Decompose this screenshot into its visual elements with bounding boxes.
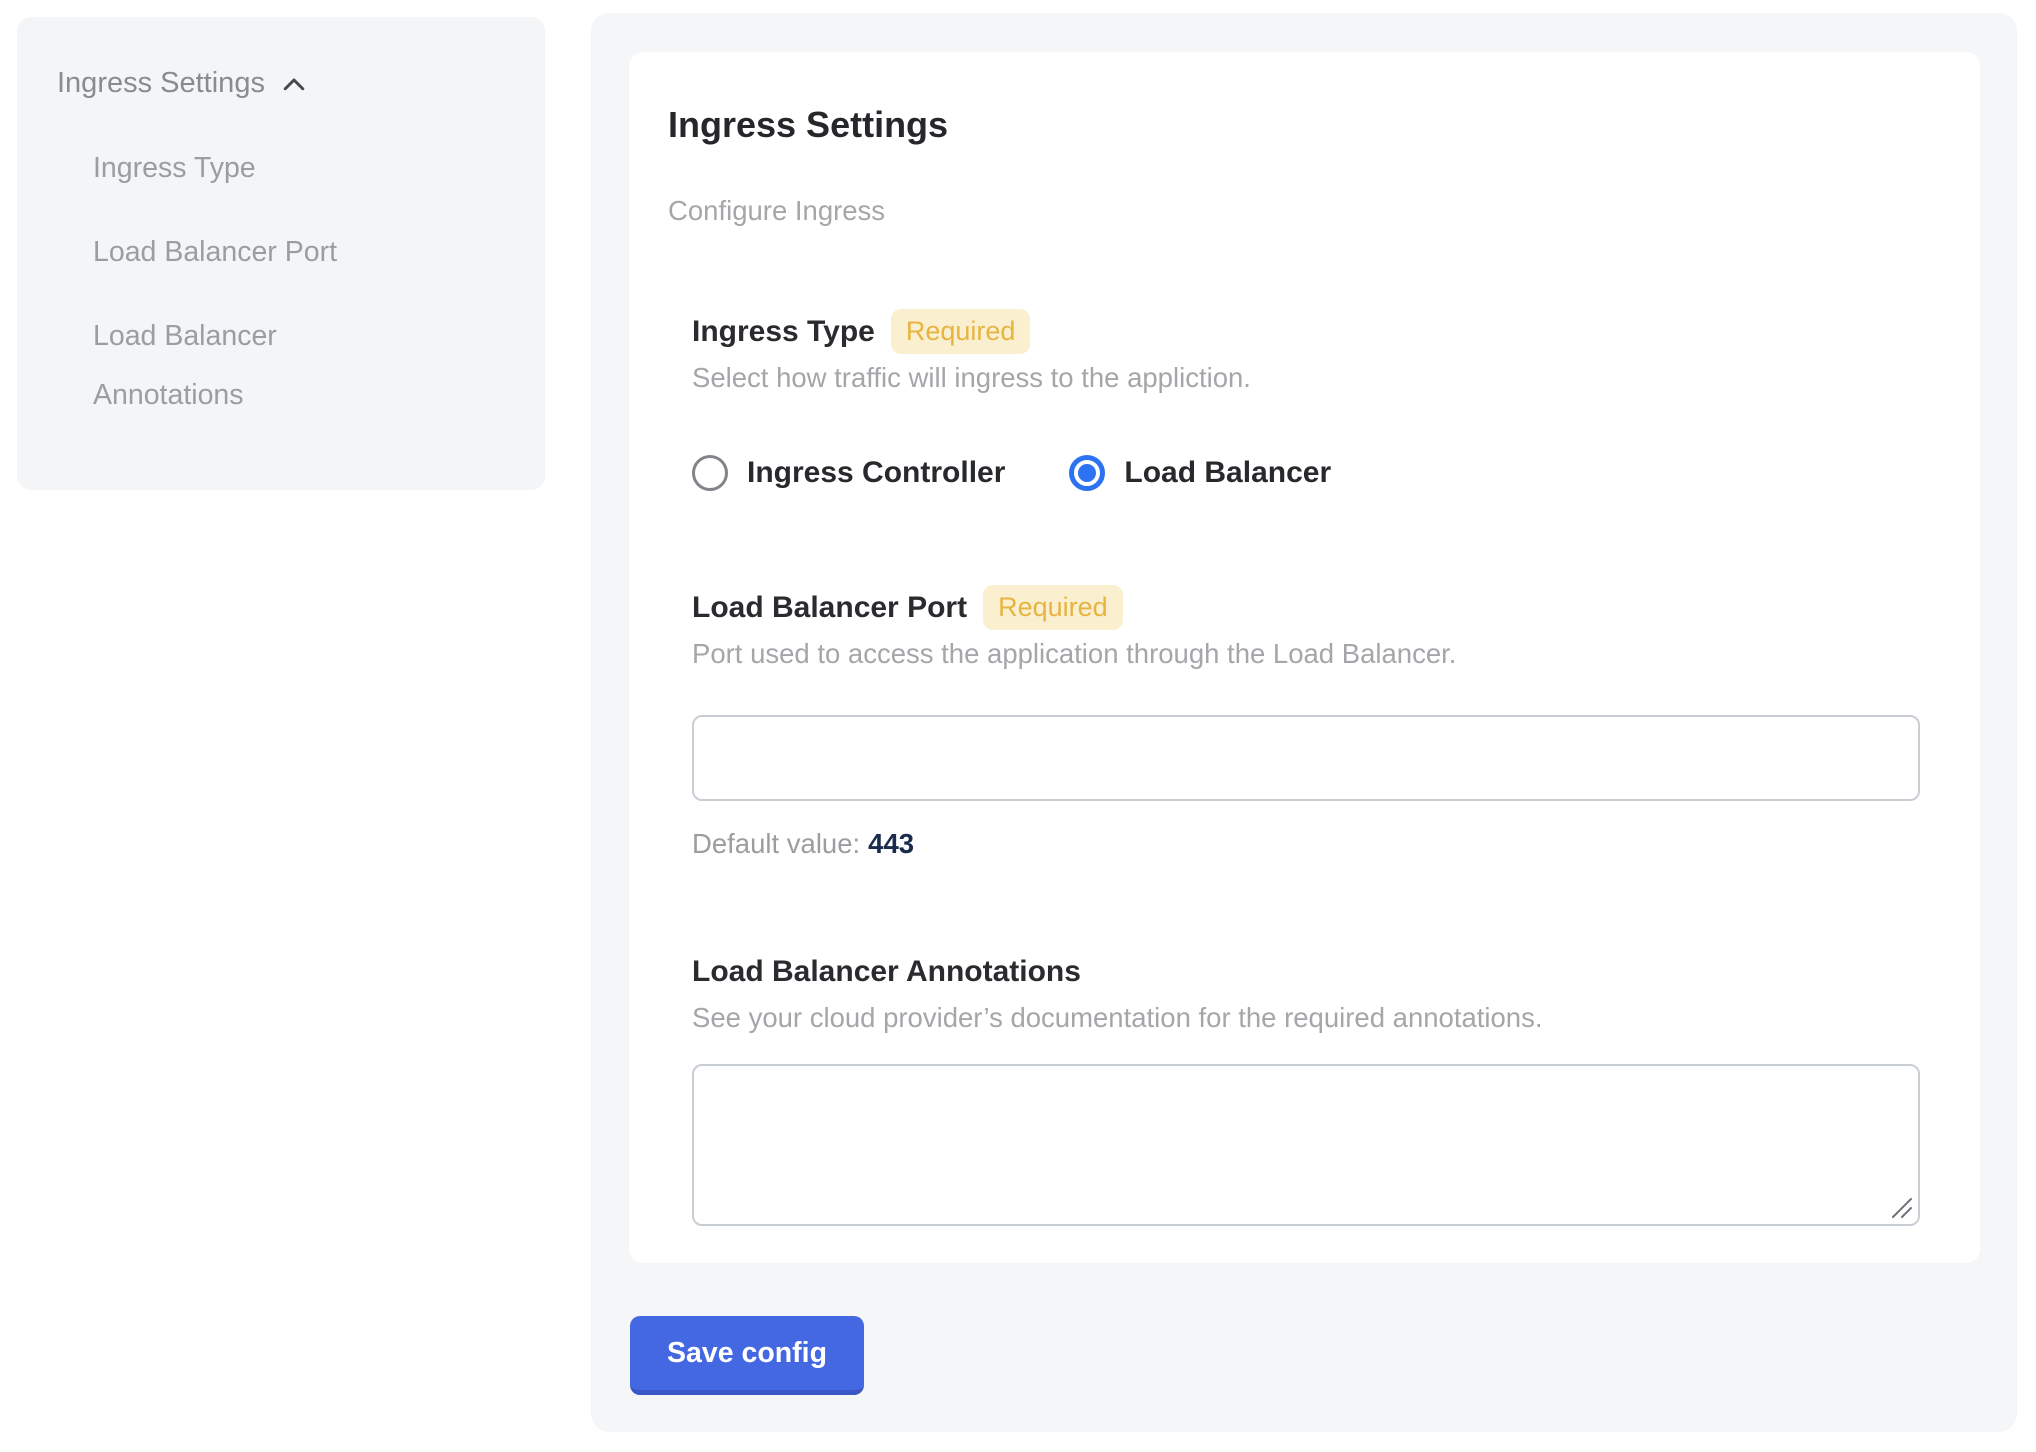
- radio-option-load-balancer[interactable]: Load Balancer: [1069, 455, 1331, 491]
- page-subtitle: Configure Ingress: [668, 191, 1920, 231]
- settings-nav-sidebar: Ingress Settings Ingress Type Load Balan…: [17, 17, 545, 490]
- radio-option-ingress-controller[interactable]: Ingress Controller: [692, 455, 1005, 491]
- sidebar-section-title: Ingress Settings: [57, 63, 265, 103]
- radio-icon[interactable]: [692, 455, 728, 491]
- page-title: Ingress Settings: [668, 102, 1920, 148]
- default-value-label: Default value:: [692, 828, 860, 859]
- save-config-button[interactable]: Save config: [630, 1316, 864, 1395]
- load-balancer-annotations-textarea[interactable]: [692, 1064, 1920, 1226]
- radio-label: Ingress Controller: [747, 456, 1005, 490]
- radio-label: Load Balancer: [1124, 456, 1331, 490]
- radio-icon[interactable]: [1069, 455, 1105, 491]
- sidebar-items: Ingress Type Load Balancer Port Load Bal…: [93, 139, 505, 425]
- load-balancer-port-description: Port used to access the application thro…: [692, 634, 1920, 674]
- sidebar-item-load-balancer-annotations[interactable]: Load Balancer Annotations: [93, 307, 393, 425]
- chevron-up-icon: [279, 70, 309, 100]
- default-value-line: Default value: 443: [692, 828, 1920, 860]
- sidebar-item-load-balancer-port[interactable]: Load Balancer Port: [93, 223, 393, 282]
- field-load-balancer-annotations: Load Balancer Annotations See your cloud…: [692, 950, 1920, 1226]
- ingress-settings-panel: Ingress Settings Configure Ingress Ingre…: [591, 13, 2017, 1432]
- field-load-balancer-port: Load Balancer Port Required Port used to…: [692, 585, 1920, 860]
- sidebar-item-ingress-type[interactable]: Ingress Type: [93, 139, 393, 198]
- default-value: 443: [868, 828, 914, 859]
- ingress-type-radio-group: Ingress Controller Load Balancer: [692, 455, 1920, 491]
- resize-handle-icon[interactable]: [1890, 1196, 1914, 1220]
- required-badge: Required: [983, 585, 1123, 630]
- load-balancer-annotations-description: See your cloud provider’s documentation …: [692, 998, 1920, 1038]
- load-balancer-annotations-label: Load Balancer Annotations: [692, 950, 1081, 994]
- required-badge: Required: [891, 309, 1031, 354]
- load-balancer-port-label: Load Balancer Port: [692, 586, 967, 630]
- load-balancer-port-input[interactable]: [692, 715, 1920, 801]
- field-ingress-type: Ingress Type Required Select how traffic…: [692, 309, 1920, 491]
- ingress-type-description: Select how traffic will ingress to the a…: [692, 358, 1920, 398]
- form-sections: Ingress Type Required Select how traffic…: [692, 309, 1920, 1226]
- ingress-type-label: Ingress Type: [692, 310, 875, 354]
- sidebar-section-ingress-settings[interactable]: Ingress Settings: [57, 63, 505, 103]
- ingress-settings-card: Ingress Settings Configure Ingress Ingre…: [629, 52, 1980, 1263]
